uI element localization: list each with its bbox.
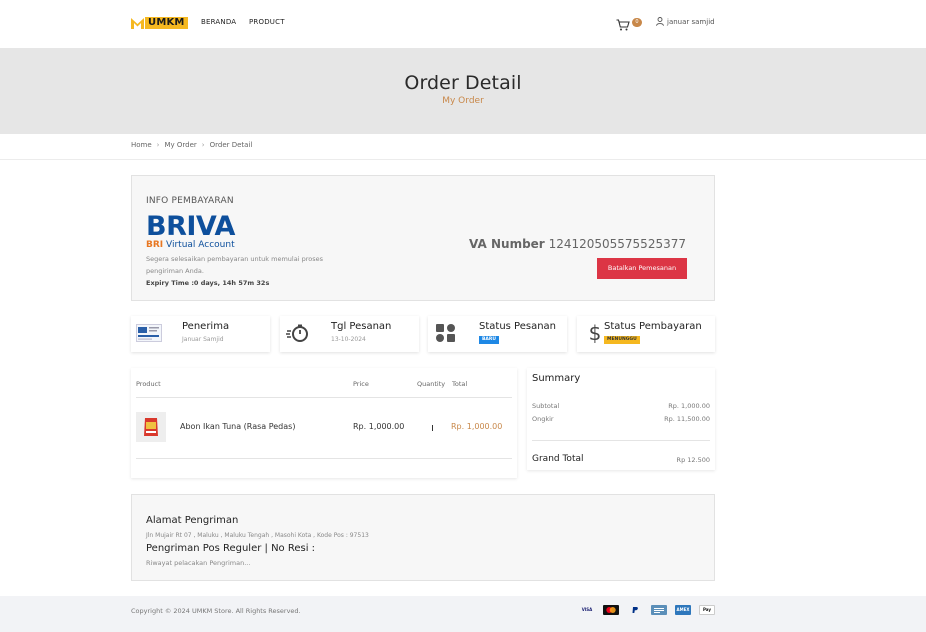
recipient-icon [136,322,162,344]
order-date-value: 13-10-2024 [331,336,366,343]
payment-status-card: $ Status Pembayaran MENUNGGU [577,316,715,352]
table-divider [136,458,512,459]
payment-info-panel: INFO PEMBAYARAN BRIVA BRI Virtual Accoun… [131,175,715,301]
page-header: Order Detail My Order [0,48,926,134]
category-grid-icon [433,322,459,344]
divider [0,159,926,160]
user-menu[interactable]: januar samjid [656,17,715,26]
page-title: Order Detail [404,72,522,94]
recipient-value: Januar Samjid [182,336,224,343]
order-date-label: Tgl Pesanan [331,321,392,332]
payment-hint: Segera selesaikan pembayaran untuk memul… [146,255,323,275]
summary-subtotal: Subtotal Rp. 1,000.00 [532,402,710,410]
column-header-product: Product [136,380,161,388]
payment-status-label: Status Pembayaran [604,321,702,332]
cart-icon[interactable] [616,16,630,31]
order-status-card: Status Pesanan BARU [428,316,567,352]
shipping-address: Jln Mujair Rt 07 , Maluku , Maluku Tenga… [146,532,369,539]
footer: Copyright © 2024 UMKM Store. All Rights … [0,596,926,632]
payment-info-title: INFO PEMBAYARAN [146,196,234,206]
recipient-label: Penerima [182,321,230,332]
ongkir-value: Rp. 11,500.00 [664,415,710,423]
copyright-text: Copyright © 2024 UMKM Store. All Rights … [131,607,301,615]
bank-card-icon [651,605,667,615]
briva-logo: BRIVA BRI Virtual Account [146,211,235,250]
expiry-time: Expiry Time :0 days, 14h 57m 32s [146,279,270,287]
column-header-quantity: Quantity [417,380,446,388]
summary-title: Summary [532,373,581,384]
va-number-value: 124120505575525377 [548,237,686,251]
product-name[interactable]: Abon Ikan Tuna (Rasa Pedas) [180,422,295,431]
order-summary: Summary Subtotal Rp. 1,000.00 Ongkir Rp.… [527,368,715,470]
breadcrumb-current: Order Detail [209,141,253,149]
subtotal-label: Subtotal [532,402,560,410]
subtotal-value: Rp. 1,000.00 [668,402,710,410]
nav-link-beranda[interactable]: BERANDA [201,18,236,26]
payment-status-badge: MENUNGGU [604,336,640,344]
apple-pay-icon: Pay [699,605,715,615]
summary-divider [532,440,710,441]
shipping-title: Alamat Pengriman [146,515,239,526]
user-icon [656,17,664,26]
shipping-service: Pengriman Pos Reguler | No Resi : [146,543,316,554]
visa-icon: VISA [581,607,593,612]
ongkir-label: Ongkir [532,415,554,423]
product-price: Rp. 1,000.00 [353,422,405,431]
logo[interactable]: UMKM [131,16,188,29]
stopwatch-icon [285,322,311,344]
chevron-right-icon: › [201,141,205,149]
paypal-icon [627,605,643,615]
logo-mark-icon [131,17,144,29]
user-name: januar samjid [667,17,715,26]
shipping-panel: Alamat Pengriman Jln Mujair Rt 07 , Malu… [131,494,715,581]
cart-count-badge: 0 [632,18,642,27]
recipient-card: Penerima Januar Samjid [131,316,270,352]
page-subtitle: My Order [442,96,484,106]
amex-icon: AMEX [675,605,691,615]
column-header-total: Total [452,380,468,388]
product-total: Rp. 1,000.00 [451,422,503,431]
grand-total-label: Grand Total [532,454,584,464]
virtual-account-label: Virtual Account [166,240,235,250]
product-quantity [432,425,433,431]
order-status-badge: BARU [479,336,500,344]
logo-text: UMKM [145,16,188,29]
va-number-label: VA Number [469,237,545,251]
nav-link-product[interactable]: PRODUCT [249,18,285,26]
briva-logo-text: BRIVA [146,211,235,242]
table-divider [136,397,512,398]
breadcrumb-my-order[interactable]: My Order [164,141,196,149]
breadcrumb-home[interactable]: Home [131,141,152,149]
cancel-order-button[interactable]: Batalkan Pemesanan [597,258,687,279]
va-number: VA Number 124120505575525377 [469,237,686,251]
column-header-price: Price [353,380,369,388]
product-thumbnail[interactable] [136,412,166,442]
chevron-right-icon: › [156,141,160,149]
top-navbar: UMKM BERANDA PRODUCT 0 januar samjid [0,0,926,48]
tracking-history[interactable]: Riwayat pelacakan Pengriman... [146,559,250,567]
product-table: Product Price Quantity Total Abon Ikan T… [131,368,517,478]
summary-ongkir: Ongkir Rp. 11,500.00 [532,415,710,423]
order-date-card: Tgl Pesanan 13-10-2024 [280,316,419,352]
grand-total-value: Rp 12.500 [676,456,710,464]
mastercard-icon [603,605,619,615]
bri-label: BRI [146,240,164,250]
breadcrumb: Home › My Order › Order Detail [131,141,252,149]
order-status-label: Status Pesanan [479,321,557,332]
